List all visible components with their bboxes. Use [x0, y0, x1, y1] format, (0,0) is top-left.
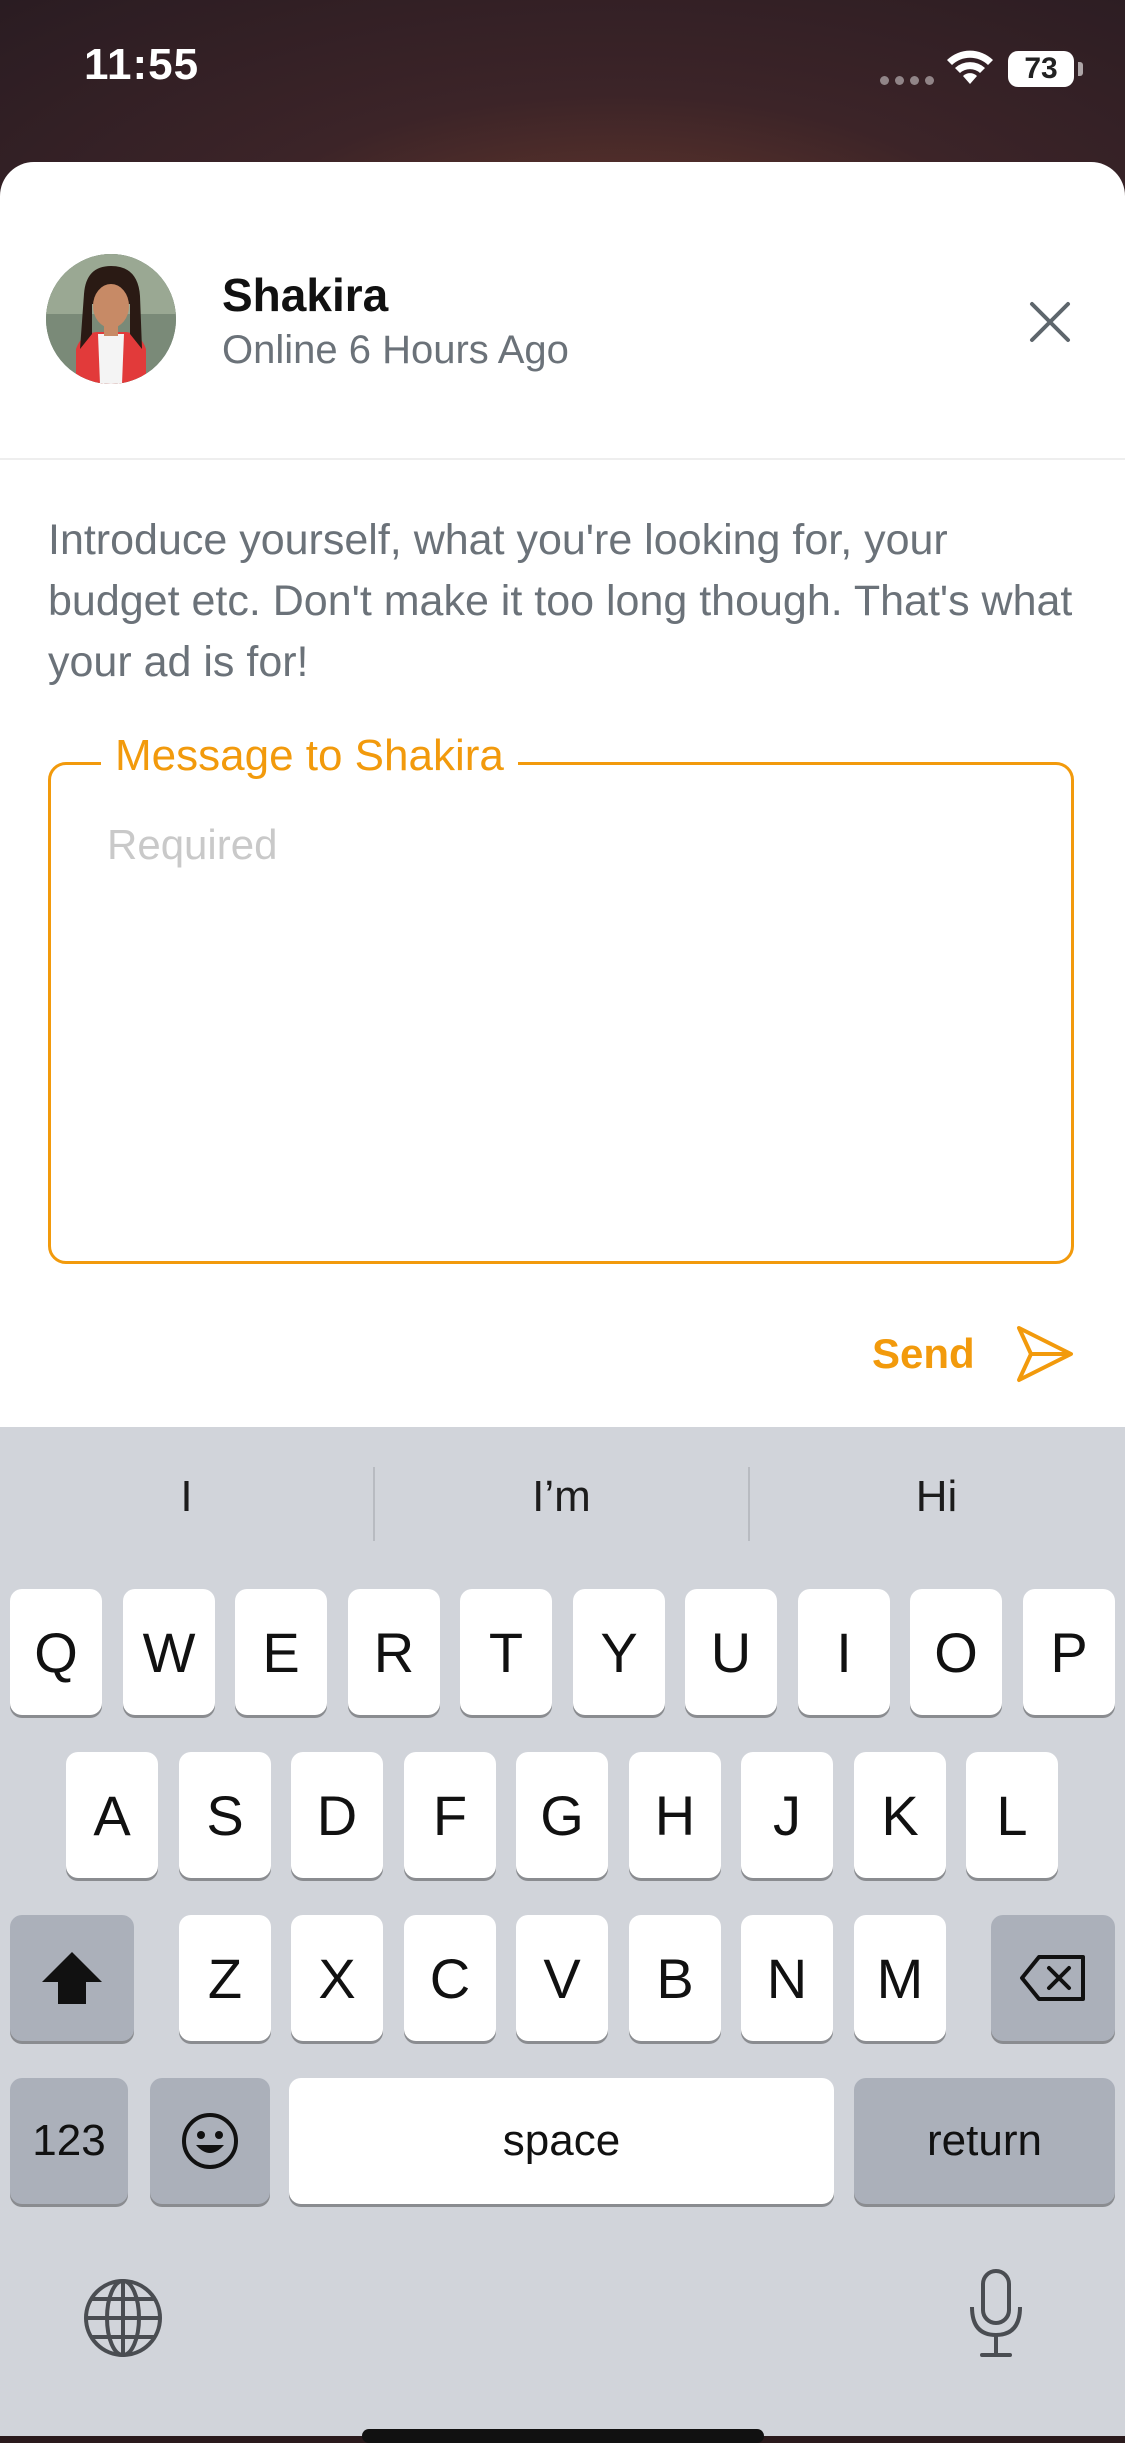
- battery-nub: [1078, 62, 1083, 76]
- microphone-icon[interactable]: [966, 2267, 1026, 2359]
- key-r[interactable]: R: [348, 1589, 440, 1715]
- numbers-key[interactable]: 123: [10, 2078, 128, 2204]
- key-p[interactable]: P: [1023, 1589, 1115, 1715]
- send-label: Send: [872, 1330, 975, 1377]
- key-s[interactable]: S: [179, 1752, 271, 1878]
- key-q[interactable]: Q: [10, 1589, 102, 1715]
- key-c[interactable]: C: [404, 1915, 496, 2041]
- shift-key[interactable]: [10, 1915, 134, 2041]
- shift-icon: [42, 1952, 102, 2004]
- key-k[interactable]: K: [854, 1752, 946, 1878]
- status-bar: 11:55 73: [0, 0, 1125, 140]
- globe-icon[interactable]: [82, 2277, 164, 2359]
- close-icon: [1030, 302, 1070, 342]
- suggestion-bar: I I’m Hi: [0, 1427, 1125, 1567]
- home-indicator[interactable]: [362, 2429, 764, 2443]
- key-d[interactable]: D: [291, 1752, 383, 1878]
- key-h[interactable]: H: [629, 1752, 721, 1878]
- key-g[interactable]: G: [516, 1752, 608, 1878]
- battery-icon: 73: [1008, 51, 1074, 87]
- emoji-icon: [182, 2113, 238, 2169]
- key-w[interactable]: W: [123, 1589, 215, 1715]
- contact-status: Online 6 Hours Ago: [222, 328, 569, 372]
- message-field-label: Message to Shakira: [101, 731, 518, 781]
- suggestion-2[interactable]: I’m: [375, 1427, 748, 1567]
- status-time: 11:55: [84, 40, 200, 89]
- emoji-key[interactable]: [150, 2078, 270, 2204]
- delete-key[interactable]: [991, 1915, 1115, 2041]
- contact-name: Shakira: [222, 269, 389, 321]
- intro-text: Introduce yourself, what you're looking …: [48, 516, 1073, 686]
- key-l[interactable]: L: [966, 1752, 1058, 1878]
- backspace-icon: [1020, 1955, 1085, 2001]
- send-icon: [1016, 1326, 1073, 1382]
- key-f[interactable]: F: [404, 1752, 496, 1878]
- key-x[interactable]: X: [291, 1915, 383, 2041]
- keyboard: I I’m Hi Q W E R T Y U I O P A S D F G H…: [0, 1427, 1125, 2443]
- cellular-signal-icon: [880, 76, 934, 85]
- battery-level: 73: [1024, 52, 1058, 85]
- key-t[interactable]: T: [460, 1589, 552, 1715]
- send-button[interactable]: Send: [872, 1314, 1075, 1394]
- header-divider: [0, 458, 1125, 460]
- key-z[interactable]: Z: [179, 1915, 271, 2041]
- key-a[interactable]: A: [66, 1752, 158, 1878]
- space-key[interactable]: space: [289, 2078, 834, 2204]
- key-i[interactable]: I: [798, 1589, 890, 1715]
- key-n[interactable]: N: [741, 1915, 833, 2041]
- key-m[interactable]: M: [854, 1915, 946, 2041]
- avatar: [46, 254, 176, 384]
- close-button[interactable]: [1020, 292, 1080, 352]
- key-y[interactable]: Y: [573, 1589, 665, 1715]
- message-field[interactable]: Message to Shakira: [48, 731, 1074, 1264]
- key-o[interactable]: O: [910, 1589, 1002, 1715]
- key-u[interactable]: U: [685, 1589, 777, 1715]
- wifi-icon: [947, 50, 993, 84]
- message-input[interactable]: [107, 821, 1007, 1201]
- key-e[interactable]: E: [235, 1589, 327, 1715]
- suggestion-1[interactable]: I: [0, 1427, 373, 1567]
- message-sheet: Shakira Online 6 Hours Ago Introduce you…: [0, 162, 1125, 1427]
- key-b[interactable]: B: [629, 1915, 721, 2041]
- key-v[interactable]: V: [516, 1915, 608, 2041]
- return-key[interactable]: return: [854, 2078, 1115, 2204]
- suggestion-3[interactable]: Hi: [750, 1427, 1123, 1567]
- key-j[interactable]: J: [741, 1752, 833, 1878]
